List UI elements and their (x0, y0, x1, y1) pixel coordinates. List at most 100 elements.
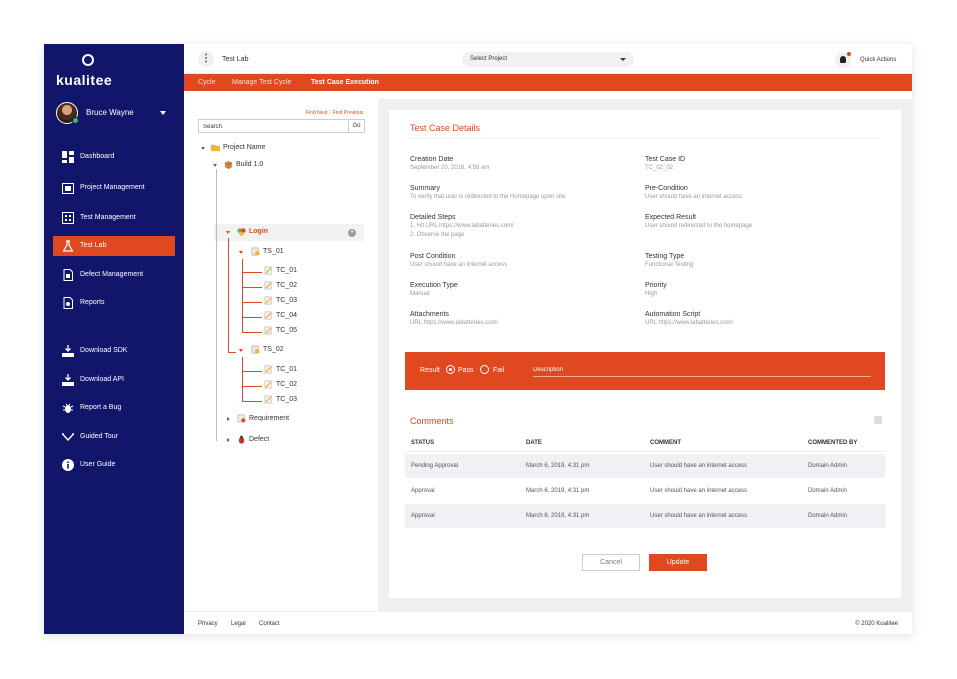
table-cell: March 6, 2019, 4:31 pm (526, 488, 590, 494)
table-cell: Pending Approval (411, 463, 459, 469)
expand-arrow-icon[interactable] (239, 251, 243, 254)
top-bar: ⋮ Test Lab Select Project Quick Actions (184, 44, 912, 74)
user-menu[interactable]: Bruce Wayne (56, 102, 176, 126)
expand-arrow-icon[interactable] (213, 164, 217, 167)
project-icon (62, 182, 74, 194)
chevron-down-icon (160, 111, 166, 115)
table-row[interactable]: Pending Approval March 6, 2019, 4:31 pm … (405, 454, 885, 478)
find-previous-link[interactable]: Find Previous (333, 110, 364, 116)
test-management-icon (62, 212, 74, 224)
page-title: Test Lab (222, 56, 249, 63)
sidebar-item-test-lab[interactable]: Test Lab (53, 236, 175, 256)
more-options-icon[interactable]: ⋮ (198, 51, 214, 67)
quick-actions-link[interactable]: Quick Actions (860, 57, 896, 63)
logo[interactable]: kualitee (56, 54, 126, 88)
project-select[interactable]: Select Project (462, 52, 634, 67)
table-cell: User should have an internet access (650, 463, 748, 469)
flask-icon (62, 240, 74, 252)
tree-search: Go (198, 119, 365, 133)
expand-arrow-icon[interactable] (226, 231, 230, 234)
test-case-icon (264, 380, 272, 389)
column-header[interactable]: STATUS (411, 440, 434, 446)
add-icon[interactable]: + (348, 229, 356, 237)
footer-link-privacy[interactable]: Privacy (198, 621, 218, 627)
sidebar-item-user-guide[interactable]: User Guide (53, 455, 175, 475)
sidebar-item-test-management[interactable]: Test Management (53, 208, 175, 228)
sidebar-item-defect-management[interactable]: Defect Management (53, 265, 175, 285)
sidebar-item-report-a-bug[interactable]: Report a Bug (53, 398, 175, 418)
field-summary: Summary To verify that user is redirecte… (410, 185, 566, 200)
field-testing-type: Testing Type Functional Testing (645, 253, 694, 268)
table-cell: March 6, 2019, 4:31 pm (526, 513, 590, 519)
folder-icon (211, 144, 220, 152)
expand-arrow-icon[interactable] (227, 417, 230, 421)
sidebar-item-project-management[interactable]: Project Management (53, 178, 175, 198)
fail-label[interactable]: Fail (493, 367, 504, 374)
field-creation-date: Creation Date September 20, 2016, 4:58 a… (410, 156, 490, 171)
fail-radio[interactable] (480, 365, 489, 374)
go-button[interactable]: Go (348, 120, 364, 132)
table-row[interactable]: Approval March 6, 2019, 4:31 pm User sho… (405, 504, 885, 528)
sidebar-item-dashboard[interactable]: Dashboard (53, 147, 175, 167)
sidebar-item-reports[interactable]: Reports (53, 293, 175, 313)
logo-text: kualitee (56, 72, 113, 88)
test-case-details-card: Test Case Details Creation Date Septembe… (389, 110, 901, 598)
test-case-icon (264, 311, 272, 320)
table-cell: March 6, 2019, 4:31 pm (526, 463, 590, 469)
test-case-icon (264, 395, 272, 404)
test-suite-icon (251, 345, 260, 354)
test-case-icon (264, 326, 272, 335)
sidebar: kualitee Bruce Wayne Dashboard Project M… (44, 44, 184, 634)
sidebar-item-download-sdk[interactable]: Download SDK (53, 341, 175, 361)
update-button[interactable]: Update (649, 554, 707, 571)
search-input[interactable] (203, 122, 343, 131)
tab-test-case-execution[interactable]: Test Case Execution (311, 79, 379, 86)
bell-icon[interactable] (835, 52, 851, 68)
requirement-icon (237, 414, 246, 423)
sidebar-item-label: Dashboard (80, 153, 115, 160)
column-header[interactable]: DATE (526, 440, 542, 446)
pass-radio[interactable] (446, 365, 455, 374)
expand-arrow-icon[interactable] (227, 438, 230, 442)
table-cell: Approval (411, 488, 435, 494)
collapse-icon[interactable] (874, 416, 882, 424)
result-bar: Result Pass Fail (405, 352, 885, 390)
online-status-icon (72, 117, 79, 124)
field-automation-script: Automation Script URL https://www.labatt… (645, 311, 734, 326)
package-icon (224, 160, 233, 169)
sidebar-item-download-api[interactable]: Download API (53, 370, 175, 390)
copyright: © 2020 Kualitee (855, 621, 898, 627)
dashboard-icon (62, 151, 74, 163)
find-next-link[interactable]: Find Next (306, 110, 327, 116)
expand-arrow-icon[interactable] (239, 349, 243, 352)
details-title: Test Case Details (410, 123, 481, 133)
project-select-value: Select Project (470, 56, 508, 62)
sidebar-item-label: Report a Bug (80, 404, 122, 411)
expand-arrow-icon[interactable] (201, 147, 205, 150)
column-header[interactable]: COMMENT (650, 440, 681, 446)
sidebar-item-guided-tour[interactable]: Guided Tour (53, 427, 175, 447)
table-cell: Domain Admin (808, 488, 848, 494)
table-row[interactable]: Approval March 6, 2019, 4:31 pm User sho… (405, 479, 885, 503)
sidebar-item-label: Download API (80, 376, 124, 383)
pass-label[interactable]: Pass (458, 367, 474, 374)
result-label: Result (420, 367, 440, 374)
sidebar-item-label: Reports (80, 299, 105, 306)
footer-link-contact[interactable]: Contact (259, 621, 280, 627)
test-tree-panel: Find Next|Find Previous Go Project Name … (184, 91, 378, 611)
description-input[interactable] (533, 364, 871, 377)
avatar (56, 102, 79, 124)
sidebar-item-label: Test Management (80, 214, 136, 221)
comments-table-header: STATUS DATE COMMENT COMMENTED BY (405, 433, 885, 452)
field-attachments: Attachments URL https://www.labatteries.… (410, 311, 499, 326)
tab-manage-test-cycle[interactable]: Manage Test Cycle (232, 79, 291, 86)
sidebar-item-label: Guided Tour (80, 433, 119, 440)
column-header[interactable]: COMMENTED BY (808, 440, 857, 446)
cancel-button[interactable]: Cancel (582, 554, 640, 571)
tab-bar: Cycle Manage Test Cycle Test Case Execut… (184, 74, 912, 91)
footer-link-legal[interactable]: Legal (231, 621, 246, 627)
bug-icon (238, 435, 245, 444)
bug-icon (62, 402, 74, 414)
tab-cycle[interactable]: Cycle (198, 79, 216, 86)
table-cell: Domain Admin (808, 513, 848, 519)
